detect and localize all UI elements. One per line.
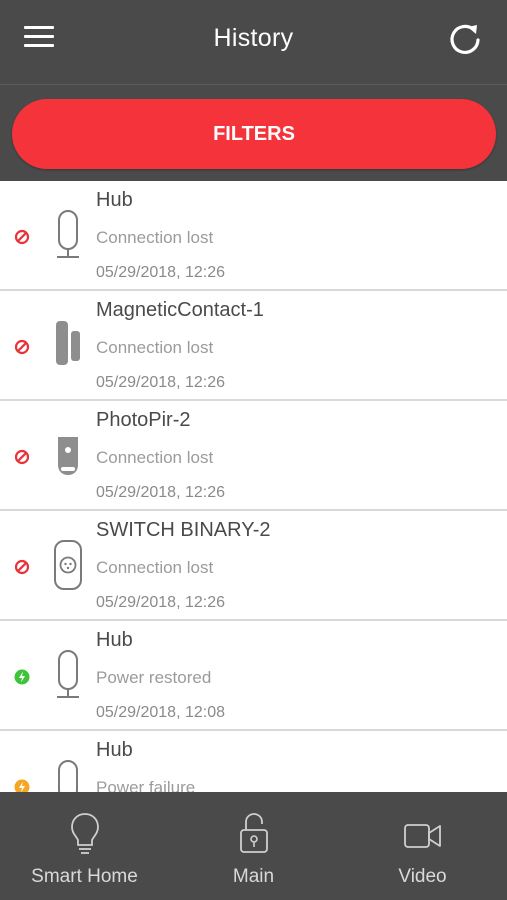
device-name: Hub — [96, 629, 133, 651]
history-item[interactable]: Hub Power restored 05/29/2018, 12:08 — [0, 621, 507, 731]
photo-pir-device-icon — [52, 429, 84, 485]
history-item[interactable]: Hub Power failure — [0, 731, 507, 792]
tab-video[interactable]: Video — [338, 792, 507, 900]
tab-smart-home[interactable]: Smart Home — [0, 792, 169, 900]
event-time: 05/29/2018, 12:08 — [96, 704, 226, 721]
event-text: Connection lost — [96, 338, 214, 357]
tab-label-video: Video — [398, 866, 447, 887]
hub-device-icon — [52, 209, 84, 265]
header: History — [0, 0, 507, 85]
event-time: 05/29/2018, 12:26 — [96, 594, 226, 611]
video-camera-icon — [403, 824, 441, 848]
event-time: 05/29/2018, 12:26 — [96, 374, 226, 391]
switch-binary-device-icon — [52, 539, 84, 595]
connection-lost-icon — [14, 229, 30, 245]
history-item[interactable]: PhotoPir-2 Connection lost 05/29/2018, 12:… — [0, 401, 507, 511]
event-text: Power failure — [96, 778, 196, 792]
connection-lost-icon — [14, 449, 30, 465]
history-item[interactable]: MagneticContact-1 Connection lost 05/29/20… — [0, 291, 507, 401]
history-list[interactable]: Hub Connection lost 05/29/2018, 12:26 Magne… — [0, 181, 507, 792]
tab-bar: Smart Home Main Video — [0, 792, 507, 900]
power-failure-icon — [14, 779, 30, 792]
device-name: PhotoPir-2 — [96, 409, 191, 431]
event-text: Power restored — [96, 668, 212, 687]
hub-device-icon — [52, 649, 84, 705]
event-time: 05/29/2018, 12:26 — [96, 484, 226, 501]
history-item[interactable]: Hub Connection lost 05/29/2018, 12:26 — [0, 181, 507, 291]
event-text: Connection lost — [96, 228, 214, 247]
connection-lost-icon — [14, 559, 30, 575]
tab-main[interactable]: Main — [169, 792, 338, 900]
hub-device-icon — [52, 759, 84, 792]
event-text: Connection lost — [96, 558, 214, 577]
device-name: Hub — [96, 739, 133, 761]
connection-lost-icon — [14, 339, 30, 355]
event-time: 05/29/2018, 12:26 — [96, 264, 226, 281]
event-text: Connection lost — [96, 448, 214, 467]
filter-area: FILTERS — [0, 85, 507, 181]
device-name: Hub — [96, 189, 133, 211]
device-name: SWITCH BINARY-2 — [96, 519, 271, 541]
lock-open-icon — [239, 813, 268, 853]
power-restored-icon — [14, 669, 30, 685]
page-title: History — [213, 24, 294, 52]
history-item[interactable]: SWITCH BINARY-2 Connection lost 05/29/2018… — [0, 511, 507, 621]
magnetic-contact-device-icon — [52, 319, 84, 375]
filters-button[interactable]: FILTERS — [12, 99, 496, 169]
device-name: MagneticContact-1 — [96, 299, 264, 321]
tab-label-main: Main — [232, 866, 275, 887]
bulb-icon — [70, 813, 99, 854]
refresh-icon[interactable] — [447, 18, 485, 58]
tab-label-smart-home: Smart Home — [31, 866, 138, 887]
